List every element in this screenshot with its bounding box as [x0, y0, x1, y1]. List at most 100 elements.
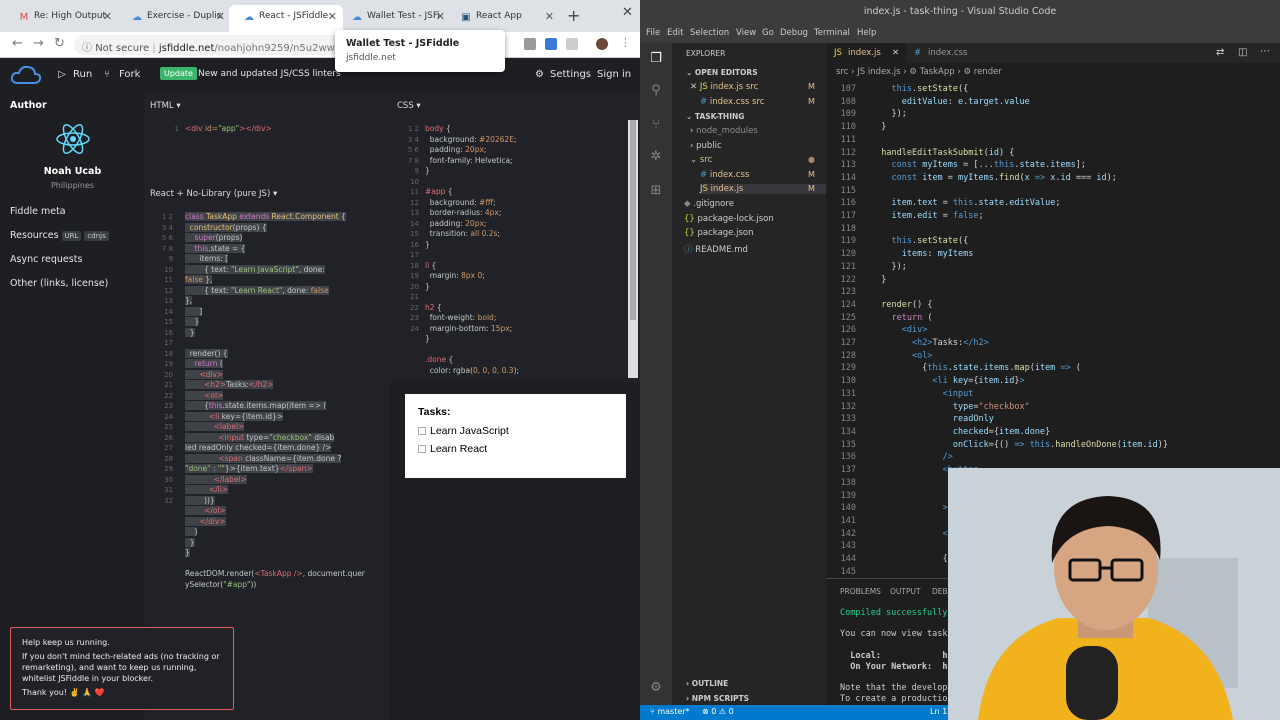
close-icon[interactable]: ✕: [690, 82, 700, 92]
open-editor-index-css[interactable]: # index.css src: [700, 97, 764, 107]
debug-icon[interactable]: ✲: [648, 149, 664, 165]
fork-icon: ⑂: [104, 69, 110, 80]
tree-index-css[interactable]: # index.css: [700, 170, 749, 180]
reload-icon[interactable]: ↻: [54, 36, 65, 51]
js-code[interactable]: class TaskApp extends React.Component { …: [185, 212, 388, 590]
open-editor-index-js[interactable]: ✕ JS index.js src: [690, 82, 758, 92]
js-panel-title[interactable]: React + No-Library (pure JS) ▾: [150, 189, 277, 199]
close-tab-icon[interactable]: ✕: [436, 10, 445, 23]
sidebar-item-fiddle-meta[interactable]: Fiddle meta: [10, 206, 66, 217]
forward-icon[interactable]: →: [33, 36, 44, 51]
project-section[interactable]: ⌄ TASK-THING: [686, 112, 744, 121]
manage-gear-icon[interactable]: ⚙: [648, 680, 664, 696]
browser-tab-react-jsfiddle[interactable]: ☁ React - JSFiddle ✕: [229, 5, 343, 32]
more-menu-icon[interactable]: ⋮: [620, 36, 631, 49]
menu-view[interactable]: View: [736, 28, 756, 38]
modified-badge: M: [808, 97, 815, 106]
settings-button[interactable]: Settings: [550, 69, 591, 80]
menu-help[interactable]: Help: [857, 28, 876, 38]
run-button[interactable]: Run: [73, 69, 92, 80]
tree-package-lock[interactable]: {} package-lock.json: [684, 214, 774, 224]
browser-tab-wallet-test[interactable]: ☁ Wallet Test - JSFi ✕: [337, 5, 451, 32]
menu-edit[interactable]: Edit: [667, 28, 683, 38]
close-tab-icon[interactable]: ✕: [545, 10, 554, 23]
close-tab-icon[interactable]: ✕: [328, 10, 337, 23]
browser-tab-gmail[interactable]: M Re: High Output ✕: [4, 5, 118, 32]
tree-label: src: [699, 155, 713, 165]
tree-label: public: [696, 141, 722, 151]
tree-public[interactable]: › public: [690, 141, 722, 151]
jsfiddle-icon: ☁: [352, 12, 362, 23]
react-app-icon: ▣: [461, 12, 471, 23]
tree-gitignore[interactable]: ◆ .gitignore: [684, 199, 734, 209]
tree-label: index.css: [709, 170, 750, 180]
url-input[interactable]: ⓘ Not secure | jsfiddle.net/noahjohn9259…: [74, 35, 364, 55]
author-name[interactable]: Noah Ucab: [0, 166, 145, 177]
npm-scripts-section[interactable]: › NPM SCRIPTS: [686, 694, 749, 703]
sidebar-item-other[interactable]: Other (links, license): [10, 278, 108, 289]
close-tab-icon[interactable]: ✕: [216, 10, 225, 23]
css-icon: #: [914, 48, 922, 58]
new-tab-button[interactable]: +: [567, 6, 580, 25]
html-panel-title[interactable]: HTML ▾: [150, 101, 181, 111]
window-close-icon[interactable]: ✕: [622, 5, 633, 20]
camera-icon[interactable]: [524, 38, 536, 50]
extension-icon[interactable]: [545, 38, 557, 50]
css-code[interactable]: body { background: #20262E; padding: 20p…: [425, 124, 519, 376]
source-control-icon[interactable]: ⑂: [648, 117, 664, 133]
css-panel-title[interactable]: CSS ▾: [397, 101, 421, 111]
tree-node-modules[interactable]: › node_modules: [690, 126, 758, 136]
url-pill[interactable]: URL: [61, 231, 82, 241]
breadcrumb[interactable]: src › JS index.js › ⚙ TaskApp › ⚙ render: [826, 63, 1280, 81]
branch-status[interactable]: ⑂ master*: [650, 707, 690, 716]
tab-problems[interactable]: PROBLEMS: [840, 587, 881, 596]
task-item: Learn JavaScript: [418, 425, 613, 437]
update-badge: Update: [160, 67, 197, 80]
outline-section[interactable]: › OUTLINE: [686, 679, 728, 688]
sign-in-link[interactable]: Sign in: [597, 69, 631, 80]
scrollbar-thumb[interactable]: [630, 120, 636, 320]
files-icon[interactable]: ❐: [648, 51, 664, 67]
tree-src[interactable]: ⌄ src: [690, 155, 712, 165]
browser-tab-exercise[interactable]: ☁ Exercise - Duplic ✕: [117, 5, 231, 32]
open-editor-label: index.js src: [710, 82, 759, 92]
compare-icon[interactable]: ⇄: [1216, 47, 1224, 58]
html-code[interactable]: <div id="app"></div>: [185, 124, 272, 135]
browser-tab-react-app[interactable]: ▣ React App ✕: [446, 5, 560, 32]
profile-avatar[interactable]: [596, 38, 608, 50]
back-icon[interactable]: ←: [12, 36, 23, 51]
menu-selection[interactable]: Selection: [690, 28, 729, 38]
tooltip-title: Wallet Test - JSFiddle: [346, 38, 460, 49]
search-icon[interactable]: ⚲: [648, 83, 664, 99]
menu-go[interactable]: Go: [762, 28, 774, 38]
sidebar-item-resources[interactable]: Resources URL cdnjs: [10, 230, 109, 241]
css-scrollbar[interactable]: [628, 120, 638, 378]
menu-debug[interactable]: Debug: [780, 28, 808, 38]
vscode-menubar: File Edit Selection View Go Debug Termin…: [640, 23, 1280, 43]
tree-package-json[interactable]: {} package.json: [684, 228, 754, 238]
close-tab-icon[interactable]: ✕: [103, 10, 112, 23]
cdnjs-pill[interactable]: cdnjs: [84, 231, 109, 241]
menu-file[interactable]: File: [646, 28, 660, 38]
update-message[interactable]: New and updated JS/CSS linters: [198, 69, 341, 79]
fork-button[interactable]: Fork: [119, 69, 140, 80]
close-icon[interactable]: ✕: [892, 48, 899, 58]
split-editor-icon[interactable]: ◫: [1238, 47, 1247, 58]
tab-output[interactable]: OUTPUT: [890, 587, 921, 596]
tab-index-css[interactable]: # index.css: [906, 43, 986, 63]
extension-icon[interactable]: [566, 38, 578, 50]
editor-tabs: JS index.js ✕ # index.css ⇄ ◫ ⋯: [826, 43, 1280, 63]
open-editors-section[interactable]: ⌄ OPEN EDITORS: [686, 68, 758, 77]
tab-index-js[interactable]: JS index.js ✕: [826, 43, 906, 63]
html-panel: HTML ▾ 1 <div id="app"></div>: [145, 92, 390, 180]
jsfiddle-header: ▷ Run ⑂ Fork Update New and updated JS/C…: [0, 58, 640, 92]
sidebar-item-async[interactable]: Async requests: [10, 254, 82, 265]
more-actions-icon[interactable]: ⋯: [1260, 46, 1270, 57]
tree-readme[interactable]: ⓘ README.md: [684, 243, 748, 255]
branch-label: master*: [657, 707, 690, 716]
problems-status[interactable]: ⊗ 0 ⚠ 0: [702, 707, 734, 716]
jsfiddle-logo[interactable]: [10, 64, 42, 86]
extensions-icon[interactable]: ⊞: [648, 183, 664, 199]
task-checkbox: [418, 445, 426, 453]
menu-terminal[interactable]: Terminal: [814, 28, 850, 38]
